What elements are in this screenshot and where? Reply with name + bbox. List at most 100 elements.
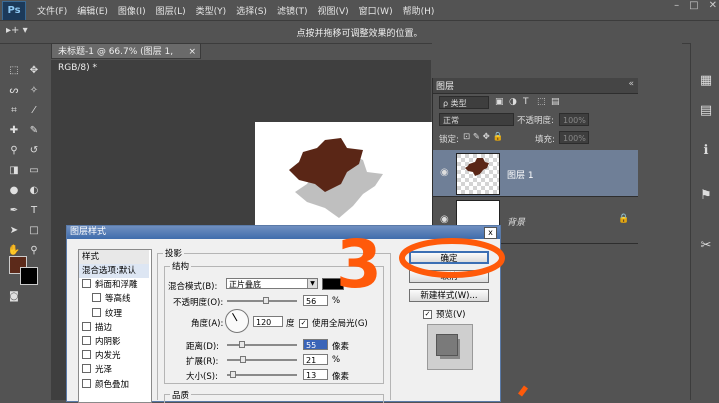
layer-visibility-eye-icon[interactable]: ◉ (440, 214, 449, 225)
menu-help[interactable]: 帮助(H) (403, 4, 435, 17)
style-checkbox[interactable] (82, 336, 91, 345)
style-item[interactable]: 光泽 (79, 363, 149, 377)
size-slider-knob[interactable] (230, 371, 237, 378)
crop-tool-icon[interactable]: ⌗ (6, 104, 22, 118)
close-window-button[interactable]: ✕ (709, 0, 717, 11)
filter-smart-object-icon[interactable]: ▤ (551, 97, 560, 107)
style-checkbox[interactable] (82, 350, 91, 360)
spread-input[interactable]: 21 (303, 354, 328, 365)
layer-1-thumbnail (456, 153, 500, 195)
menu-image[interactable]: 图像(I) (118, 4, 146, 17)
menu-file[interactable]: 文件(F) (37, 4, 67, 17)
filter-type-icon[interactable]: T (523, 97, 529, 107)
shape-tool-icon[interactable]: □ (26, 224, 42, 238)
filter-pixel-icon[interactable]: ▣ (495, 97, 504, 107)
layer-visibility-eye-icon[interactable]: ◉ (440, 167, 449, 178)
menu-select[interactable]: 选择(S) (236, 4, 267, 17)
size-slider[interactable] (227, 371, 297, 378)
collapse-panel-icon[interactable]: « (628, 79, 634, 89)
annotation-overlay: 3 (336, 226, 528, 397)
style-item[interactable]: 内发光 (79, 349, 149, 363)
style-item-label: 描边 (95, 322, 113, 333)
style-item[interactable]: 内阴影 (79, 335, 149, 349)
magic-wand-icon[interactable]: ✧ (26, 84, 42, 98)
style-checkbox[interactable] (92, 307, 101, 317)
brush-tool-icon[interactable]: ✎ (26, 124, 42, 138)
layer-row-layer-1[interactable]: ◉ 图层 1 (433, 150, 638, 197)
close-tab-icon[interactable]: × (188, 44, 196, 60)
lock-options[interactable]: ⊡ ✎ ✥ 🔒 (463, 132, 503, 142)
style-item[interactable]: 颜色叠加 (79, 378, 149, 392)
history-panel-icon[interactable]: ▦ (698, 73, 714, 89)
move-tool-icon[interactable]: ✥ (26, 64, 42, 78)
style-item-label: 颜色叠加 (95, 379, 130, 390)
layer-opacity-label: 不透明度: (517, 116, 554, 126)
blur-tool-icon[interactable]: ● (6, 184, 22, 198)
properties-panel-icon[interactable]: ▤ (698, 103, 714, 119)
style-checkbox[interactable] (82, 378, 91, 388)
zoom-tool-icon[interactable]: ⚲ (26, 244, 42, 258)
menu-type[interactable]: 类型(Y) (196, 4, 227, 17)
history-brush-icon[interactable]: ↺ (26, 144, 42, 158)
style-checkbox[interactable] (82, 279, 91, 289)
menu-view[interactable]: 视图(V) (317, 4, 348, 17)
layer-name[interactable]: 图层 1 (507, 168, 534, 181)
layer-opacity-input[interactable]: 100% (559, 113, 589, 126)
fill-input[interactable]: 100% (559, 131, 589, 144)
distance-slider-knob[interactable] (238, 341, 245, 348)
opacity-input[interactable]: 56 (303, 295, 328, 306)
document-tab[interactable]: 未标题-1 @ 66.7% (图层 1, RGB/8) * × (51, 43, 201, 73)
tool-preset-icon[interactable]: ✂ (698, 238, 714, 254)
style-checkbox[interactable] (82, 364, 91, 374)
restore-button[interactable]: □ (689, 0, 698, 11)
style-item[interactable]: 描边 (79, 321, 149, 335)
style-checkbox[interactable] (92, 293, 101, 303)
clone-stamp-icon[interactable]: ⚲ (6, 144, 22, 158)
menu-layer[interactable]: 图层(L) (156, 4, 186, 17)
quick-mask-icon[interactable]: ◙ (6, 290, 22, 304)
distance-input[interactable]: 55 (303, 339, 328, 350)
filter-adjustment-icon[interactable]: ◑ (509, 97, 517, 107)
style-item[interactable]: 混合选项:默认 (79, 264, 149, 278)
menu-edit[interactable]: 编辑(E) (77, 4, 108, 17)
style-checkbox[interactable] (82, 321, 91, 331)
document-canvas[interactable] (255, 122, 435, 232)
eyedropper-icon[interactable]: ⁄ (26, 104, 42, 118)
healing-brush-icon[interactable]: ✚ (6, 124, 22, 138)
info-panel-icon[interactable]: ℹ (698, 143, 714, 159)
layer-blend-mode-select[interactable]: 正常 (439, 113, 514, 126)
opacity-slider[interactable] (227, 297, 297, 304)
marquee-tool-icon[interactable]: ⬚ (6, 64, 22, 78)
blend-mode-select[interactable]: 正片叠底 ▼ (226, 278, 318, 289)
styles-header[interactable]: 样式 (79, 250, 149, 264)
menu-filter[interactable]: 滤镜(T) (277, 4, 308, 17)
path-select-icon[interactable]: ➤ (6, 224, 22, 238)
style-item[interactable]: 纹理 (79, 307, 149, 321)
eraser-tool-icon[interactable]: ◨ (6, 164, 22, 178)
lasso-tool-icon[interactable]: ᔕ (6, 84, 22, 98)
filter-shape-icon[interactable]: ⬚ (537, 97, 546, 107)
layer-kind-filter[interactable]: ρ 类型 (439, 96, 489, 109)
brush-preset-icon[interactable]: ⚑ (698, 188, 714, 204)
angle-input[interactable]: 120 (253, 316, 283, 327)
gradient-tool-icon[interactable]: ▭ (26, 164, 42, 178)
angle-dial[interactable] (225, 309, 249, 333)
minimize-button[interactable]: – (674, 0, 679, 11)
dodge-tool-icon[interactable]: ◐ (26, 184, 42, 198)
spread-slider[interactable] (227, 356, 297, 363)
pen-tool-icon[interactable]: ✒ (6, 204, 22, 218)
global-light-checkbox[interactable]: ✓ (299, 317, 312, 328)
type-tool-icon[interactable]: T (26, 204, 42, 218)
style-item[interactable]: 等高线 (79, 292, 149, 306)
style-item[interactable]: 斜面和浮雕 (79, 278, 149, 292)
style-item-label: 内阴影 (95, 337, 121, 347)
spread-slider-knob[interactable] (240, 356, 247, 363)
structure-title: 结构 (170, 260, 192, 272)
distance-slider[interactable] (227, 341, 297, 348)
background-color-swatch[interactable] (20, 267, 38, 285)
menu-window[interactable]: 窗口(W) (359, 4, 393, 17)
layers-tab[interactable]: 图层 (436, 79, 454, 92)
opacity-slider-knob[interactable] (262, 297, 269, 304)
size-input[interactable]: 13 (303, 369, 328, 380)
thumbnail-shape (465, 158, 489, 176)
